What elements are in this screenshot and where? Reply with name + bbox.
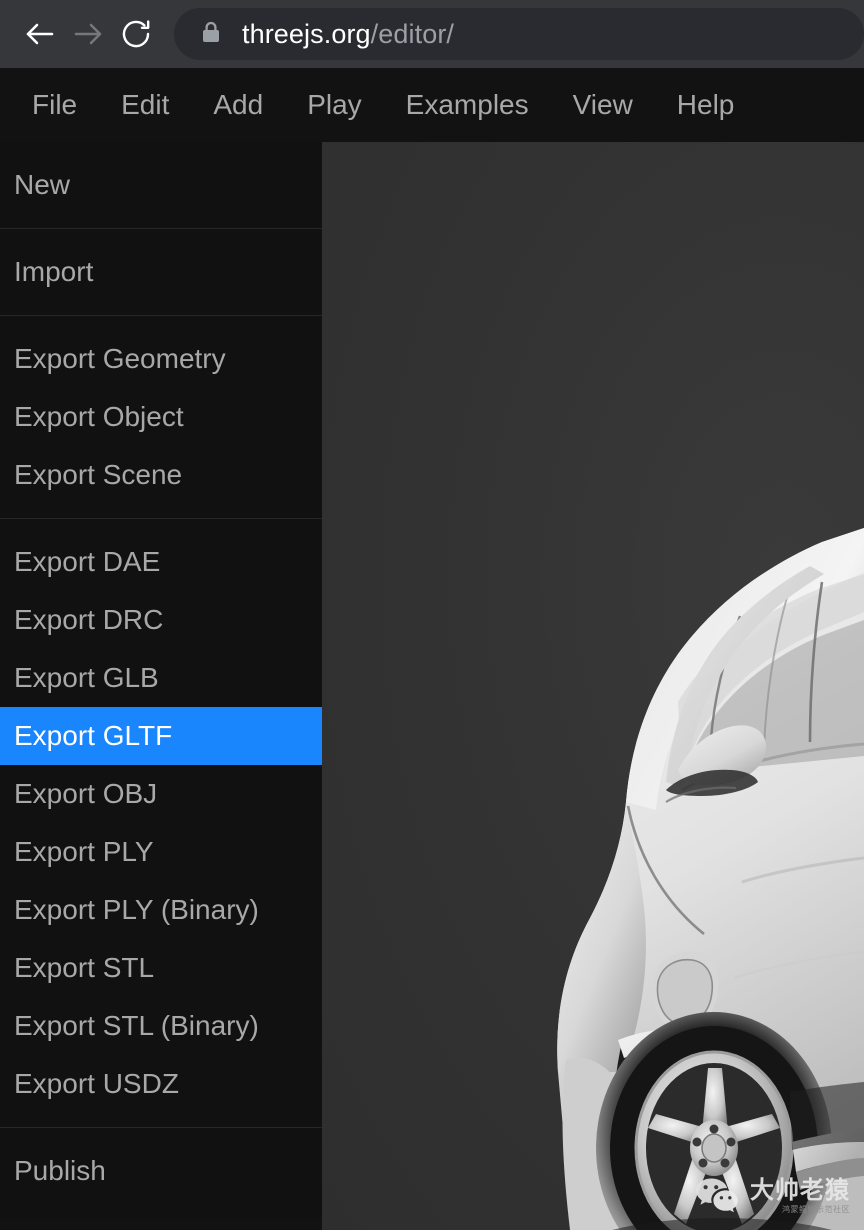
menu-group-export-formats: Export DAE Export DRC Export GLB Export … xyxy=(0,518,322,1127)
back-button[interactable] xyxy=(16,10,64,58)
menubar-item-view[interactable]: View xyxy=(551,68,655,142)
menu-item-publish[interactable]: Publish xyxy=(0,1142,322,1200)
menu-item-export-dae[interactable]: Export DAE xyxy=(0,533,322,591)
address-bar[interactable]: threejs.org/editor/ xyxy=(174,8,864,60)
menu-group-import: Import xyxy=(0,228,322,315)
menu-item-export-ply[interactable]: Export PLY xyxy=(0,823,322,881)
lock-icon xyxy=(200,20,222,49)
reload-button[interactable] xyxy=(112,10,160,58)
watermark-subtitle: 鸿蒙鲲鹏示范社区 xyxy=(782,1205,850,1214)
watermark: 大帅老猿 鸿蒙鲲鹏示范社区 xyxy=(694,1175,850,1218)
watermark-text: 大帅老猿 鸿蒙鲲鹏示范社区 xyxy=(750,1179,850,1214)
menubar: File Edit Add Play Examples View Help xyxy=(0,68,864,142)
url-path: /editor/ xyxy=(370,18,455,49)
car-3d-model xyxy=(557,528,864,1230)
menubar-item-add[interactable]: Add xyxy=(191,68,285,142)
menu-item-export-geometry[interactable]: Export Geometry xyxy=(0,330,322,388)
url-text: threejs.org/editor/ xyxy=(242,19,454,50)
menu-item-export-object[interactable]: Export Object xyxy=(0,388,322,446)
menu-item-export-stl[interactable]: Export STL xyxy=(0,939,322,997)
forward-button[interactable] xyxy=(64,10,112,58)
menu-group-export-basic: Export Geometry Export Object Export Sce… xyxy=(0,315,322,518)
menu-item-export-drc[interactable]: Export DRC xyxy=(0,591,322,649)
back-arrow-icon xyxy=(22,16,58,52)
browser-toolbar: threejs.org/editor/ xyxy=(0,0,864,68)
menubar-item-help[interactable]: Help xyxy=(655,68,757,142)
menu-item-export-stl-binary[interactable]: Export STL (Binary) xyxy=(0,997,322,1055)
file-dropdown-menu[interactable]: New Import Export Geometry Export Object… xyxy=(0,142,322,1218)
menubar-item-edit[interactable]: Edit xyxy=(99,68,191,142)
watermark-title: 大帅老猿 xyxy=(750,1177,850,1204)
menu-item-export-obj[interactable]: Export OBJ xyxy=(0,765,322,823)
menu-item-export-usdz[interactable]: Export USDZ xyxy=(0,1055,322,1113)
menu-group-publish: Publish xyxy=(0,1127,322,1214)
menubar-item-play[interactable]: Play xyxy=(285,68,383,142)
url-domain: threejs.org xyxy=(242,18,371,49)
viewport[interactable] xyxy=(322,142,864,1230)
wechat-logo-icon xyxy=(694,1175,740,1218)
menu-item-export-glb[interactable]: Export GLB xyxy=(0,649,322,707)
menu-item-import[interactable]: Import xyxy=(0,243,322,301)
menu-item-export-scene[interactable]: Export Scene xyxy=(0,446,322,504)
menubar-item-file[interactable]: File xyxy=(10,68,99,142)
menu-item-export-gltf[interactable]: Export GLTF xyxy=(0,707,322,765)
menu-item-export-ply-binary[interactable]: Export PLY (Binary) xyxy=(0,881,322,939)
forward-arrow-icon xyxy=(70,16,106,52)
menu-group-new: New xyxy=(0,142,322,228)
menu-item-new[interactable]: New xyxy=(0,156,322,214)
editor-screenshot: threejs.org/editor/ File Edit Add Play E… xyxy=(0,0,864,1230)
threejs-editor: File Edit Add Play Examples View Help Ne… xyxy=(0,68,864,1230)
menubar-item-examples[interactable]: Examples xyxy=(384,68,551,142)
reload-icon xyxy=(119,17,153,51)
